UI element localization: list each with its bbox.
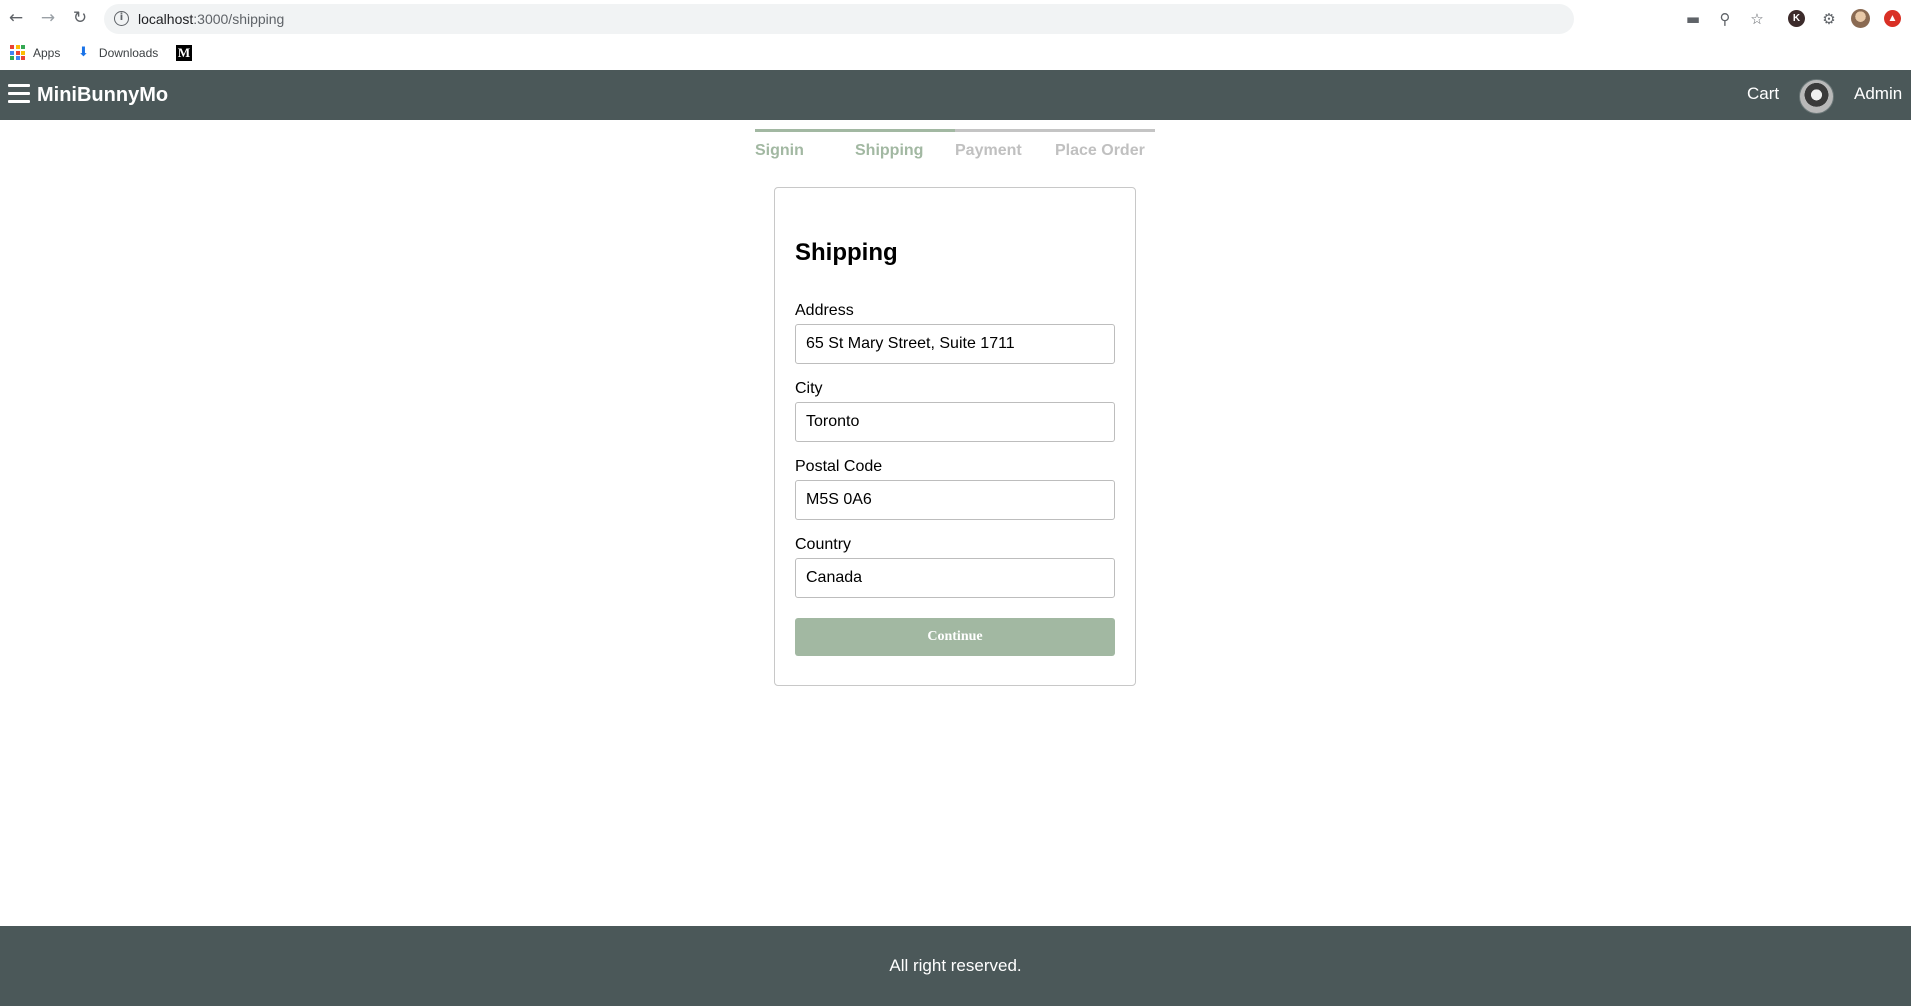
medium-icon: M <box>176 45 192 61</box>
url-text: localhost:3000/shipping <box>138 11 284 27</box>
url-path: :3000/shipping <box>193 11 285 27</box>
footer-text: All right reserved. <box>889 956 1022 975</box>
bookmark-downloads-label: Downloads <box>98 45 159 60</box>
continue-button[interactable]: Continue <box>795 618 1115 656</box>
profile-avatar-icon[interactable] <box>1851 9 1870 28</box>
browser-toolbar: ← → ↻ i localhost:3000/shipping ▬ ⚲ ☆ K … <box>0 0 1911 38</box>
postal-code-label: Postal Code <box>795 458 883 475</box>
cart-link[interactable]: Cart <box>1747 84 1779 104</box>
address-input[interactable] <box>795 324 1115 364</box>
step-payment: Payment <box>955 129 1055 160</box>
address-label: Address <box>795 302 854 319</box>
star-icon[interactable]: ☆ <box>1747 9 1767 29</box>
postal-code-input[interactable] <box>795 480 1115 520</box>
app-header: MiniBunnyMo Cart Admin <box>0 70 1911 120</box>
country-input[interactable] <box>795 558 1115 598</box>
camera-icon[interactable]: ▬ <box>1683 9 1703 29</box>
country-label: Country <box>795 536 852 553</box>
hamburger-menu-icon[interactable] <box>8 84 30 104</box>
bookmark-apps[interactable]: Apps <box>10 45 60 60</box>
download-icon: ⬇ <box>78 45 89 60</box>
brand-logo[interactable]: MiniBunnyMo <box>37 84 168 107</box>
step-place-order: Place Order <box>1055 129 1155 160</box>
apps-grid-icon <box>10 45 25 60</box>
forward-icon[interactable]: → <box>38 8 58 28</box>
user-avatar[interactable] <box>1799 79 1834 114</box>
url-host: localhost <box>138 11 194 27</box>
shipping-form: Shipping Address City Postal Code Countr… <box>774 187 1136 686</box>
form-title: Shipping <box>795 239 898 266</box>
bookmark-medium[interactable]: M <box>176 45 192 61</box>
bookmarks-bar: Apps ⬇ Downloads M <box>0 38 1911 70</box>
extension-red-icon[interactable]: ▲ <box>1884 10 1901 27</box>
back-icon[interactable]: ← <box>6 8 26 28</box>
city-input[interactable] <box>795 402 1115 442</box>
site-info-icon[interactable]: i <box>114 11 129 26</box>
admin-menu[interactable]: Admin <box>1854 84 1902 104</box>
profile-k-icon[interactable]: K <box>1788 10 1805 27</box>
address-bar[interactable]: i localhost:3000/shipping <box>104 4 1574 34</box>
step-shipping: Shipping <box>855 129 955 160</box>
footer: All right reserved. <box>0 926 1911 1006</box>
bookmark-downloads[interactable]: ⬇ Downloads <box>78 45 158 60</box>
extensions-icon[interactable]: ⚙ <box>1819 9 1839 29</box>
reload-icon[interactable]: ↻ <box>70 8 90 28</box>
city-label: City <box>795 380 823 397</box>
bookmark-apps-label: Apps <box>33 45 61 60</box>
step-signin: Signin <box>755 129 855 160</box>
checkout-steps: Signin Shipping Payment Place Order <box>755 129 1155 160</box>
key-icon[interactable]: ⚲ <box>1715 9 1735 29</box>
